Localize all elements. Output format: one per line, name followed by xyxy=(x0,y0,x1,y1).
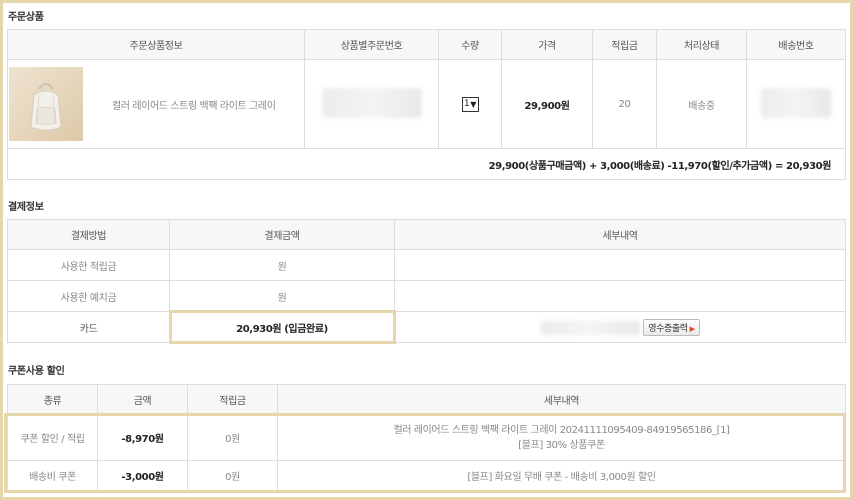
payment-amount: 20,930원 (입금완료) xyxy=(169,311,395,343)
coupon-points: 0원 xyxy=(187,414,278,461)
order-items-table: 주문상품정보 상품별주문번호 수량 가격 적립금 처리상태 배송번호 컬러 레이… xyxy=(7,29,846,180)
header-coupon-points: 적립금 xyxy=(187,384,278,415)
chevron-down-icon: ▼ xyxy=(470,99,477,109)
coupon-type: 쿠폰 할인 / 적립 xyxy=(7,414,98,461)
arrow-right-icon: ▶ xyxy=(689,324,695,333)
payment-table: 결제방법 결제금액 세부내역 사용한 적립금 원 사용한 예치금 원 카드 20… xyxy=(7,219,846,343)
quantity-cell: 1 ▼ xyxy=(438,59,502,149)
product-thumbnail[interactable] xyxy=(8,67,83,141)
header-price: 가격 xyxy=(501,29,593,60)
payment-method: 사용한 예치금 xyxy=(7,280,170,312)
payment-row-deposit: 사용한 예치금 원 xyxy=(7,280,846,312)
header-item-order-number: 상품별주문번호 xyxy=(304,29,439,60)
coupon-detail: 컬러 레이어드 스트링 백팩 라이트 그레이 20241111095409-84… xyxy=(277,414,846,461)
item-order-number xyxy=(304,59,439,149)
payment-method: 카드 xyxy=(7,311,170,343)
order-section-title: 주문상품 xyxy=(8,12,44,23)
receipt-print-button[interactable]: 영수증출력 ▶ xyxy=(643,318,700,336)
order-total-summary: 29,900(상품구매금액) + 3,000(배송료) -11,970(할인/추… xyxy=(7,148,846,180)
coupon-section-title: 쿠폰사용 할인 xyxy=(8,366,65,377)
payment-detail: 영수증출력 ▶ xyxy=(394,311,846,343)
payment-amount: 원 xyxy=(169,249,395,281)
coupon-detail-line: [블프] 30% 상품쿠폰 xyxy=(518,439,605,451)
header-quantity: 수량 xyxy=(438,29,502,60)
coupon-type: 배송비 쿠폰 xyxy=(7,460,98,491)
payment-row-points: 사용한 적립금 원 xyxy=(7,249,846,281)
header-coupon-type: 종류 xyxy=(7,384,98,415)
payment-method: 사용한 적립금 xyxy=(7,249,170,281)
coupon-row: 배송비 쿠폰 -3,000원 0원 [블프] 화요일 무배 쿠폰 - 배송비 3… xyxy=(7,460,846,491)
header-points: 적립금 xyxy=(592,29,657,60)
coupon-row: 쿠폰 할인 / 적립 -8,970원 0원 컬러 레이어드 스트링 백팩 라이트… xyxy=(7,414,846,461)
header-payment-detail: 세부내역 xyxy=(394,219,846,250)
header-coupon-amount: 금액 xyxy=(97,384,188,415)
product-name[interactable]: 컬러 레이어드 스트링 백팩 라이트 그레이 xyxy=(83,59,305,149)
quantity-select[interactable]: 1 ▼ xyxy=(461,96,479,112)
payment-amount: 원 xyxy=(169,280,395,312)
header-product-info: 주문상품정보 xyxy=(7,29,305,60)
item-points: 20 xyxy=(592,59,657,149)
coupon-points: 0원 xyxy=(187,460,278,491)
header-coupon-detail: 세부내역 xyxy=(277,384,846,415)
header-status: 처리상태 xyxy=(656,29,747,60)
payment-section-title: 결제정보 xyxy=(8,202,44,213)
payment-detail xyxy=(394,249,846,281)
coupon-amount: -8,970원 xyxy=(97,414,188,461)
header-shipping-number: 배송번호 xyxy=(746,29,846,60)
coupon-detail-line: 컬러 레이어드 스트링 백팩 라이트 그레이 20241111095409-84… xyxy=(393,424,730,436)
shipping-number xyxy=(746,59,846,149)
payment-detail xyxy=(394,280,846,312)
header-payment-amount: 결제금액 xyxy=(169,219,395,250)
coupon-detail: [블프] 화요일 무배 쿠폰 - 배송비 3,000원 할인 xyxy=(277,460,846,491)
backpack-icon xyxy=(30,83,62,131)
coupon-table: 종류 금액 적립금 세부내역 쿠폰 할인 / 적립 -8,970원 0원 컬러 … xyxy=(7,384,846,491)
coupon-amount: -3,000원 xyxy=(97,460,188,491)
item-status: 배송중 xyxy=(656,59,747,149)
payment-row-card: 카드 20,930원 (입금완료) 영수증출력 ▶ xyxy=(7,311,846,343)
header-payment-method: 결제방법 xyxy=(7,219,170,250)
order-item-row: 컬러 레이어드 스트링 백팩 라이트 그레이 1 ▼ 29,900원 20 배송중 xyxy=(7,59,846,149)
item-price: 29,900원 xyxy=(501,59,593,149)
